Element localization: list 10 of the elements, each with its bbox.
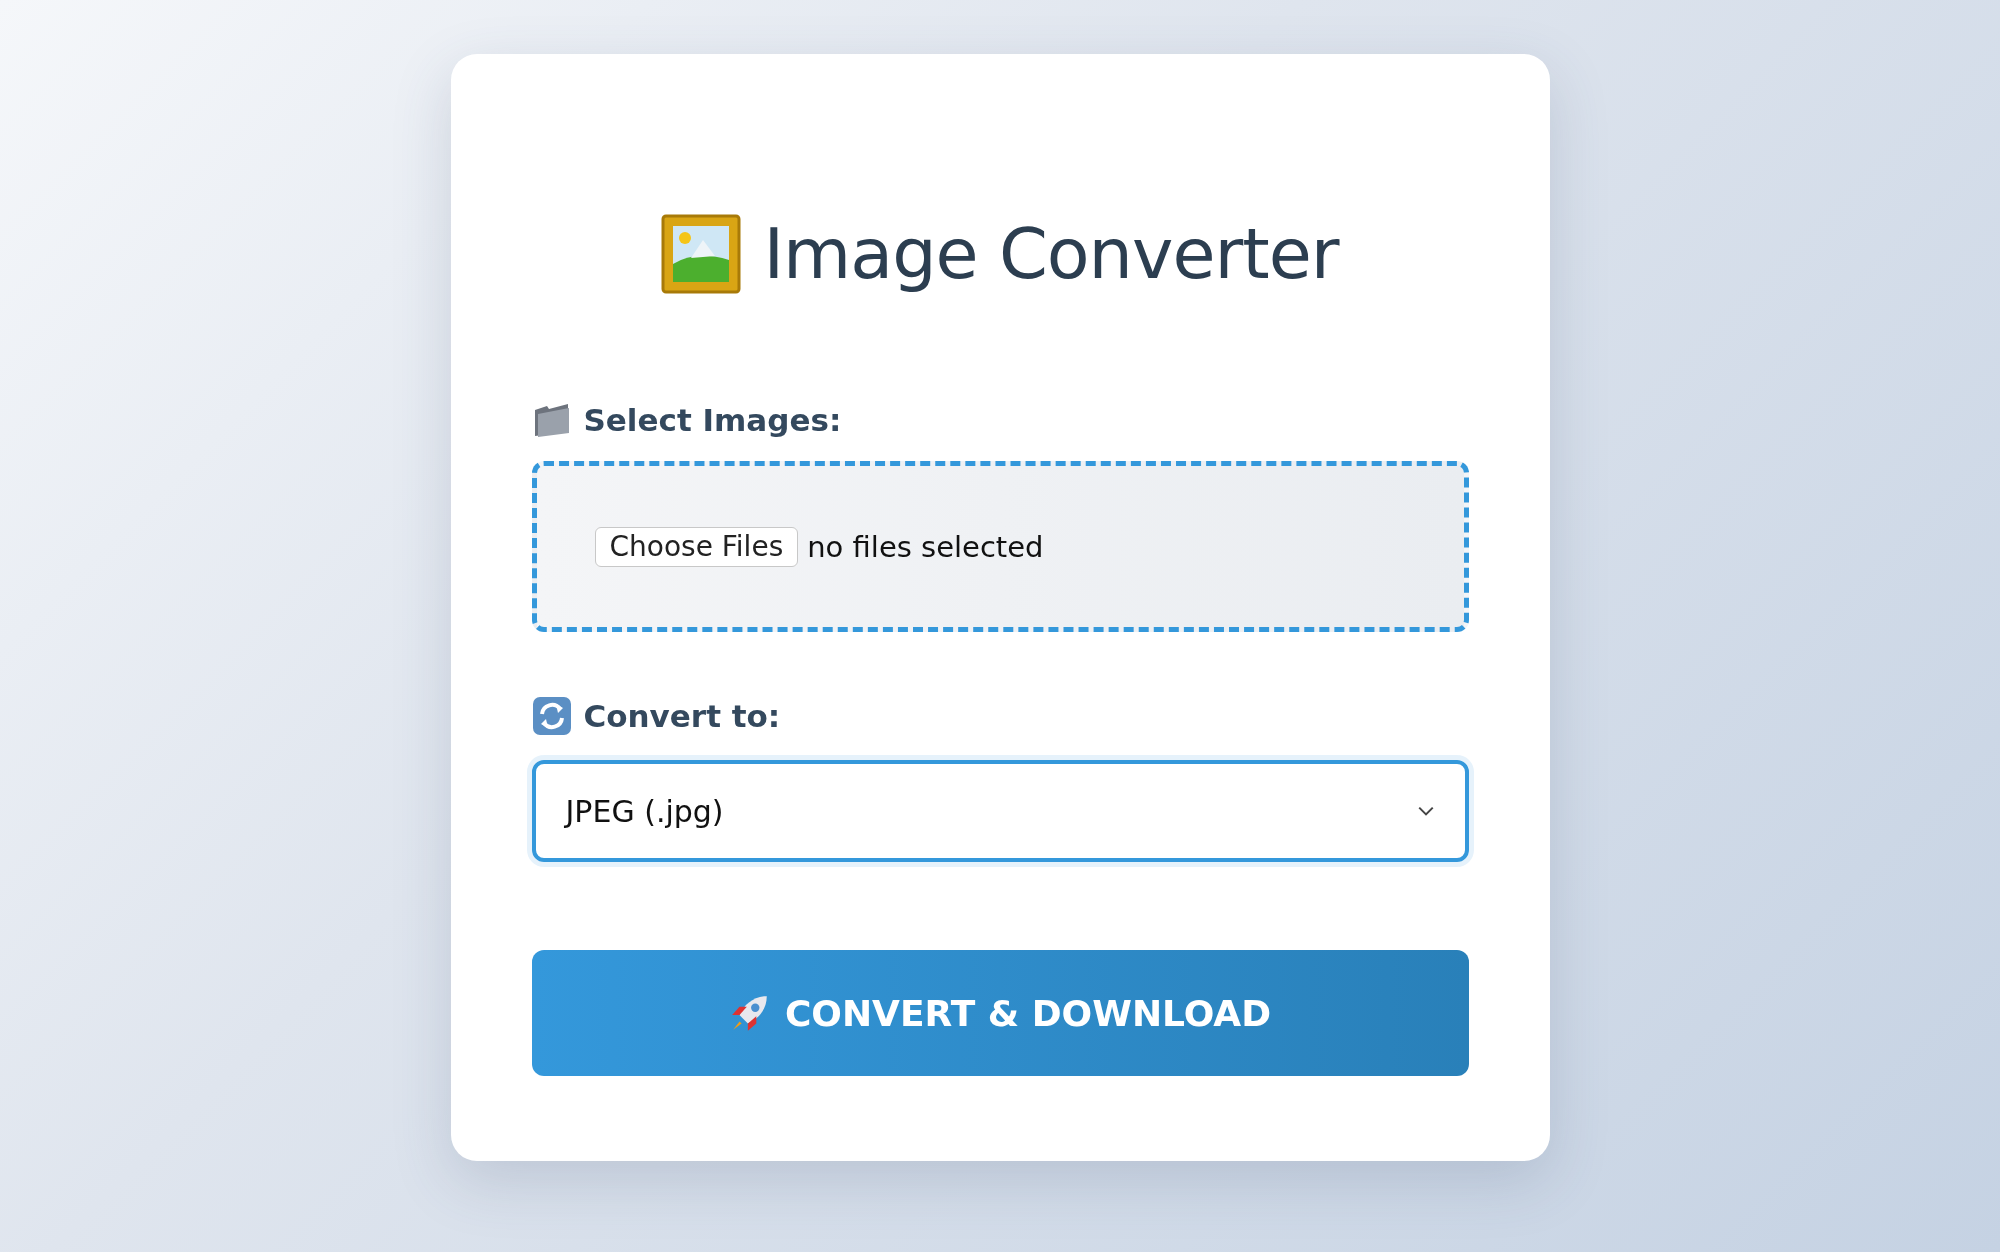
chevron-down-icon — [1416, 805, 1435, 817]
refresh-icon — [531, 696, 572, 736]
framed-picture-icon — [661, 214, 742, 294]
field-label: Select Images: — [583, 402, 842, 438]
field-label: Convert to: — [583, 698, 781, 734]
page-title: Image Converter — [763, 213, 1339, 295]
convert-download-button[interactable]: CONVERT & DOWNLOAD — [531, 950, 1469, 1076]
file-status-text: no files selected — [807, 529, 1044, 564]
choose-files-button[interactable]: Choose Files — [594, 526, 799, 567]
file-drop-zone[interactable]: Choose Files no files selected — [531, 461, 1469, 632]
